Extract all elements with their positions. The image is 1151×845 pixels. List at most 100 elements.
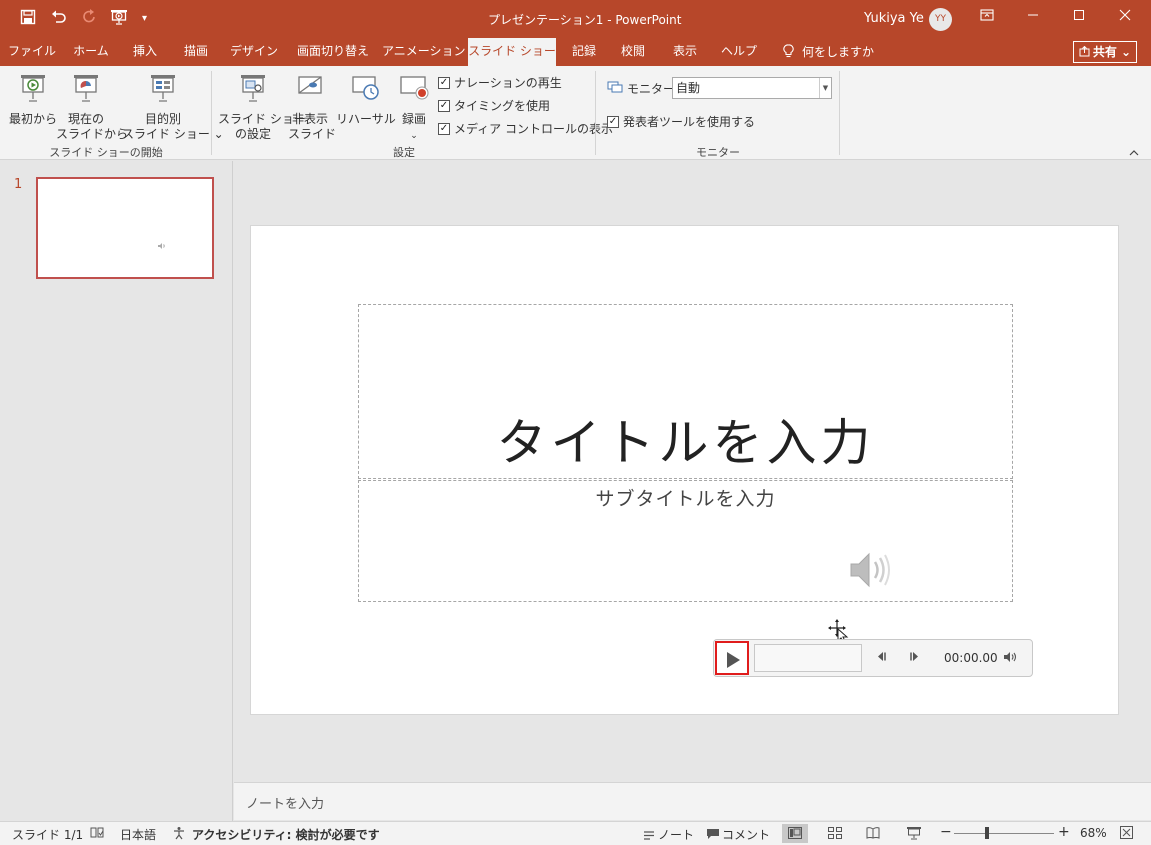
skip-back-icon[interactable] bbox=[876, 651, 888, 665]
tab-help[interactable]: ヘルプ bbox=[714, 38, 764, 66]
subtitle-placeholder[interactable]: サブタイトルを入力 bbox=[359, 484, 1012, 511]
redo-icon[interactable] bbox=[82, 8, 96, 30]
ribbon-display-options-icon[interactable] bbox=[964, 0, 1010, 34]
save-icon[interactable] bbox=[20, 9, 36, 30]
share-button[interactable]: 共有 ⌄ bbox=[1073, 41, 1137, 63]
zoom-level[interactable]: 68% bbox=[1080, 826, 1107, 840]
tab-record[interactable]: 記録 bbox=[562, 38, 606, 66]
tab-file[interactable]: ファイル bbox=[4, 38, 60, 66]
collapse-ribbon-icon[interactable] bbox=[1129, 146, 1139, 160]
minimize-icon[interactable] bbox=[1010, 0, 1056, 34]
from-current-slide-button[interactable]: 現在の スライドから bbox=[56, 72, 128, 142]
custom-slide-show-button[interactable]: 目的別 スライド ショー ⌄ bbox=[122, 72, 224, 142]
title-placeholder[interactable]: タイトルを入力 bbox=[359, 403, 1012, 475]
zoom-slider-thumb[interactable] bbox=[985, 827, 989, 839]
slide-counter: スライド 1/1 bbox=[12, 828, 84, 842]
slide-sorter-icon[interactable] bbox=[828, 827, 842, 842]
language-indicator[interactable]: 日本語 bbox=[120, 826, 156, 843]
share-label: 共有 ⌄ bbox=[1092, 45, 1132, 59]
record-button[interactable]: 録画 ⌄ bbox=[396, 72, 432, 144]
reading-view-icon[interactable] bbox=[866, 827, 880, 842]
from-beginning-icon bbox=[8, 72, 58, 108]
media-progress-bar[interactable] bbox=[754, 644, 862, 672]
spelling-check-icon[interactable] bbox=[90, 826, 104, 842]
slide-canvas[interactable]: タイトルを入力 サブタイトルを入力 00:00.00 bbox=[250, 225, 1119, 715]
tab-transitions[interactable]: 画面切り替え bbox=[290, 38, 376, 66]
accessibility-status[interactable]: アクセシビリティ: 検討が必要です bbox=[192, 826, 380, 843]
accessibility-icon[interactable] bbox=[172, 826, 188, 843]
show-media-controls-checkbox[interactable]: ✓ メディア コントロールの表示 bbox=[438, 120, 613, 137]
tab-view[interactable]: 表示 bbox=[662, 38, 708, 66]
from-current-slide-icon bbox=[56, 72, 116, 108]
close-icon[interactable] bbox=[1102, 0, 1148, 34]
slide-show-view-icon[interactable] bbox=[906, 826, 922, 843]
hide-slide-button[interactable]: 非表示 スライド bbox=[288, 72, 336, 142]
play-button[interactable] bbox=[715, 641, 749, 675]
monitor-icon bbox=[607, 80, 623, 97]
tab-design[interactable]: デザイン bbox=[224, 38, 284, 66]
notes-icon bbox=[644, 829, 654, 843]
group-divider bbox=[211, 71, 212, 155]
tab-review[interactable]: 校閲 bbox=[611, 38, 655, 66]
record-icon bbox=[396, 72, 432, 108]
zoom-in-icon[interactable]: + bbox=[1058, 824, 1070, 840]
rehearse-timings-icon bbox=[336, 72, 394, 108]
group-divider bbox=[839, 71, 840, 155]
from-beginning-button[interactable]: 最初から bbox=[8, 72, 58, 127]
subtitle-placeholder-box[interactable]: サブタイトルを入力 bbox=[358, 480, 1013, 602]
tell-me-search[interactable]: 何をしますか bbox=[783, 43, 874, 62]
custom-slide-show-icon bbox=[122, 72, 204, 108]
skip-forward-icon[interactable] bbox=[908, 651, 920, 665]
volume-icon[interactable] bbox=[1003, 651, 1019, 666]
comments-toggle[interactable]: コメント bbox=[706, 826, 770, 843]
lightbulb-icon bbox=[783, 43, 794, 62]
media-controls-bar: 00:00.00 bbox=[713, 639, 1033, 677]
slide-thumbnail[interactable] bbox=[36, 177, 214, 279]
customize-qat-icon[interactable]: ▾ bbox=[142, 9, 147, 29]
status-bar: スライド 1/1 日本語 アクセシビリティ: 検討が必要です ノート コメント … bbox=[0, 821, 1151, 845]
maximize-icon[interactable] bbox=[1056, 0, 1102, 34]
notes-toggle[interactable]: ノート bbox=[644, 826, 694, 843]
fit-to-window-icon[interactable] bbox=[1120, 826, 1133, 842]
normal-view-icon[interactable] bbox=[788, 827, 802, 842]
ribbon: 最初から 現在の スライドから 目的別 スライド ショー ⌄ スライド ショーの… bbox=[0, 66, 1151, 160]
tab-home[interactable]: ホーム bbox=[63, 38, 119, 66]
checkbox-checked[interactable]: ✓ bbox=[438, 76, 450, 89]
tab-animations[interactable]: アニメーション bbox=[382, 38, 466, 66]
monitor-select[interactable]: 自動 ▼ bbox=[672, 77, 832, 99]
quick-access-toolbar: ▾ bbox=[20, 8, 147, 30]
use-presenter-view-checkbox[interactable]: ✓ 発表者ツールを使用する bbox=[607, 113, 755, 130]
tab-slide-show[interactable]: スライド ショー bbox=[468, 38, 556, 66]
rehearse-timings-button[interactable]: リハーサル bbox=[336, 72, 396, 127]
zoom-slider[interactable] bbox=[954, 833, 1054, 834]
present-from-beginning-icon[interactable] bbox=[110, 9, 128, 30]
zoom-out-icon[interactable]: − bbox=[940, 824, 952, 840]
user-name[interactable]: Yukiya Ye bbox=[864, 11, 924, 26]
tab-insert[interactable]: 挿入 bbox=[122, 38, 168, 66]
slide-thumbnail-pane: 1 bbox=[0, 161, 233, 821]
checkbox-checked[interactable]: ✓ bbox=[438, 122, 450, 135]
group-label-start: スライド ショーの開始 bbox=[49, 146, 163, 159]
notes-pane[interactable]: ノートを入力 bbox=[234, 782, 1151, 820]
notes-placeholder[interactable]: ノートを入力 bbox=[246, 793, 324, 812]
share-icon bbox=[1079, 43, 1090, 63]
record-dropdown-arrow[interactable]: ⌄ bbox=[410, 131, 418, 141]
checkbox-checked[interactable]: ✓ bbox=[438, 99, 450, 112]
chevron-down-icon[interactable]: ▼ bbox=[819, 78, 831, 98]
set-up-slide-show-button[interactable]: スライド ショー の設定 bbox=[218, 72, 306, 142]
media-time: 00:00.00 bbox=[944, 651, 998, 665]
group-label-monitors: モニター bbox=[696, 146, 740, 159]
avatar[interactable]: YY bbox=[929, 8, 952, 31]
window-title: プレゼンテーション1 - PowerPoint bbox=[488, 13, 682, 27]
tab-draw[interactable]: 描画 bbox=[171, 38, 221, 66]
ribbon-tabs: ファイル ホーム 挿入 描画 デザイン 画面切り替え アニメーション スライド … bbox=[0, 38, 1151, 66]
title-placeholder-box[interactable]: タイトルを入力 bbox=[358, 304, 1013, 479]
play-narrations-checkbox[interactable]: ✓ ナレーションの再生 bbox=[438, 74, 562, 91]
undo-icon[interactable] bbox=[50, 9, 68, 30]
comments-label: コメント bbox=[722, 828, 771, 842]
use-timings-checkbox[interactable]: ✓ タイミングを使用 bbox=[438, 97, 550, 114]
audio-speaker-icon[interactable] bbox=[847, 546, 895, 597]
hide-slide-icon bbox=[288, 72, 332, 108]
group-divider bbox=[595, 71, 596, 155]
checkbox-checked[interactable]: ✓ bbox=[607, 115, 619, 128]
